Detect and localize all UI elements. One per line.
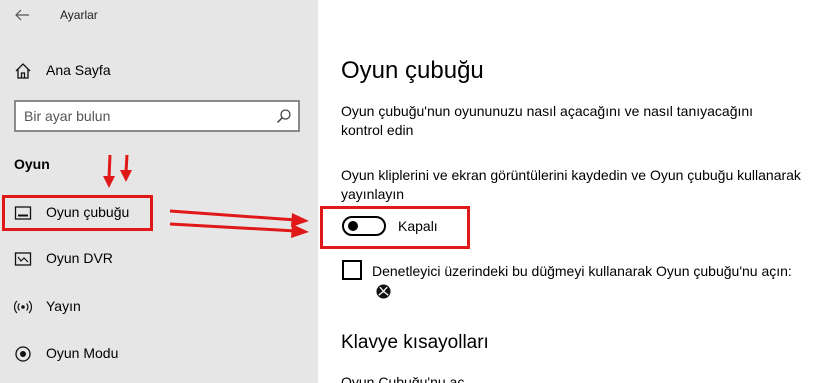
game-mode-icon [15,346,31,362]
sidebar-item-game-mode[interactable]: Oyun Modu [0,336,318,372]
controller-button-checkbox[interactable] [342,260,362,280]
highlight-box-toggle [320,206,470,249]
record-description-text: Oyun kliplerini ve ekran görüntülerini k… [341,167,801,202]
back-arrow-icon [15,9,29,21]
keyboard-shortcuts-heading: Klavye kısayolları [341,332,489,353]
sidebar-item-home[interactable]: Ana Sayfa [0,53,318,89]
sidebar-item-game-dvr[interactable]: Oyun DVR [0,241,318,277]
page-title: Oyun çubuğu [341,57,484,84]
xbox-icon [376,284,391,299]
search-input[interactable] [24,107,264,125]
sidebar-item-label: Ana Sayfa [46,62,111,78]
shortcut-item-label: Oyun Çubuğu'nu aç [341,374,465,383]
description-text: Oyun çubuğu'nun oyununuzu nasıl açacağın… [341,103,754,138]
checkbox-label: Denetleyici üzerindeki bu düğmeyi kullan… [372,261,802,301]
home-icon [15,63,31,79]
dvr-icon [14,252,32,266]
search-icon[interactable] [276,108,292,124]
highlight-box-sidebar [2,195,153,231]
main-content: Oyun çubuğu Oyun çubuğu'nun oyununuzu na… [318,0,826,383]
window-title: Ayarlar [60,8,98,22]
section-heading: Oyun [14,156,50,172]
sidebar: Ayarlar Ana Sayfa Oyun Oyun çubuğu Oyun … [0,0,318,383]
back-button[interactable] [10,4,34,26]
sidebar-item-label: Yayın [46,298,81,314]
sidebar-item-broadcast[interactable]: Yayın [0,289,318,325]
sidebar-item-label: Oyun DVR [46,250,113,266]
sidebar-item-label: Oyun Modu [46,345,119,361]
checkbox-label-text: Denetleyici üzerindeki bu düğmeyi kullan… [372,263,792,279]
broadcast-icon [14,300,32,314]
search-box[interactable] [14,100,300,132]
